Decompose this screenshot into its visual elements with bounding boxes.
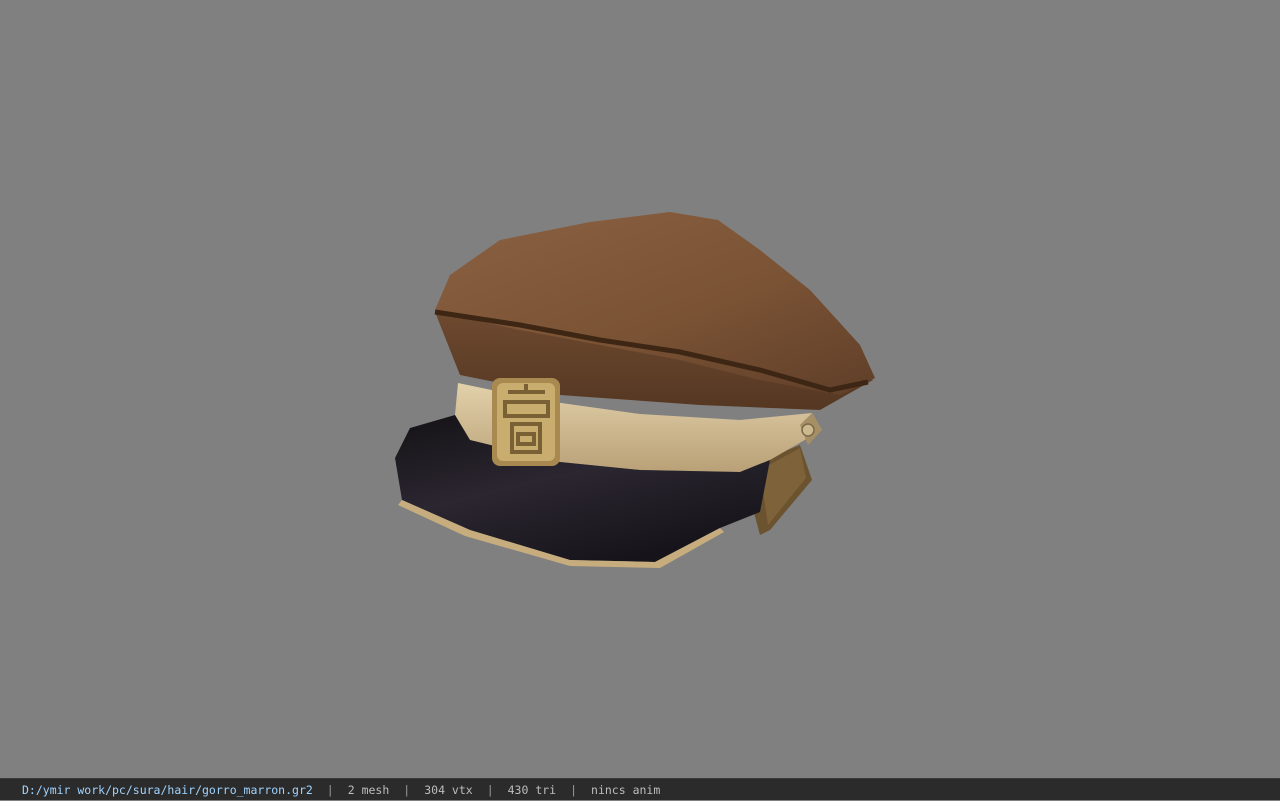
cap-badge (492, 378, 560, 466)
status-mesh-count: 2 mesh (347, 783, 390, 797)
status-separator: | (486, 783, 494, 797)
status-triangle-count: 430 tri (507, 783, 557, 797)
3d-viewport[interactable] (0, 0, 1280, 778)
status-animation: nincs anim (591, 783, 661, 797)
band-button (801, 423, 815, 437)
status-vertex-count: 304 vtx (424, 783, 473, 797)
cap-model (395, 212, 875, 568)
status-separator: | (326, 783, 334, 797)
status-separator: | (403, 783, 411, 797)
status-file-path: D:/ymir work/pc/sura/hair/gorro_marron.g… (22, 783, 313, 797)
status-separator: | (570, 783, 578, 797)
status-bar: D:/ymir work/pc/sura/hair/gorro_marron.g… (0, 778, 1280, 800)
